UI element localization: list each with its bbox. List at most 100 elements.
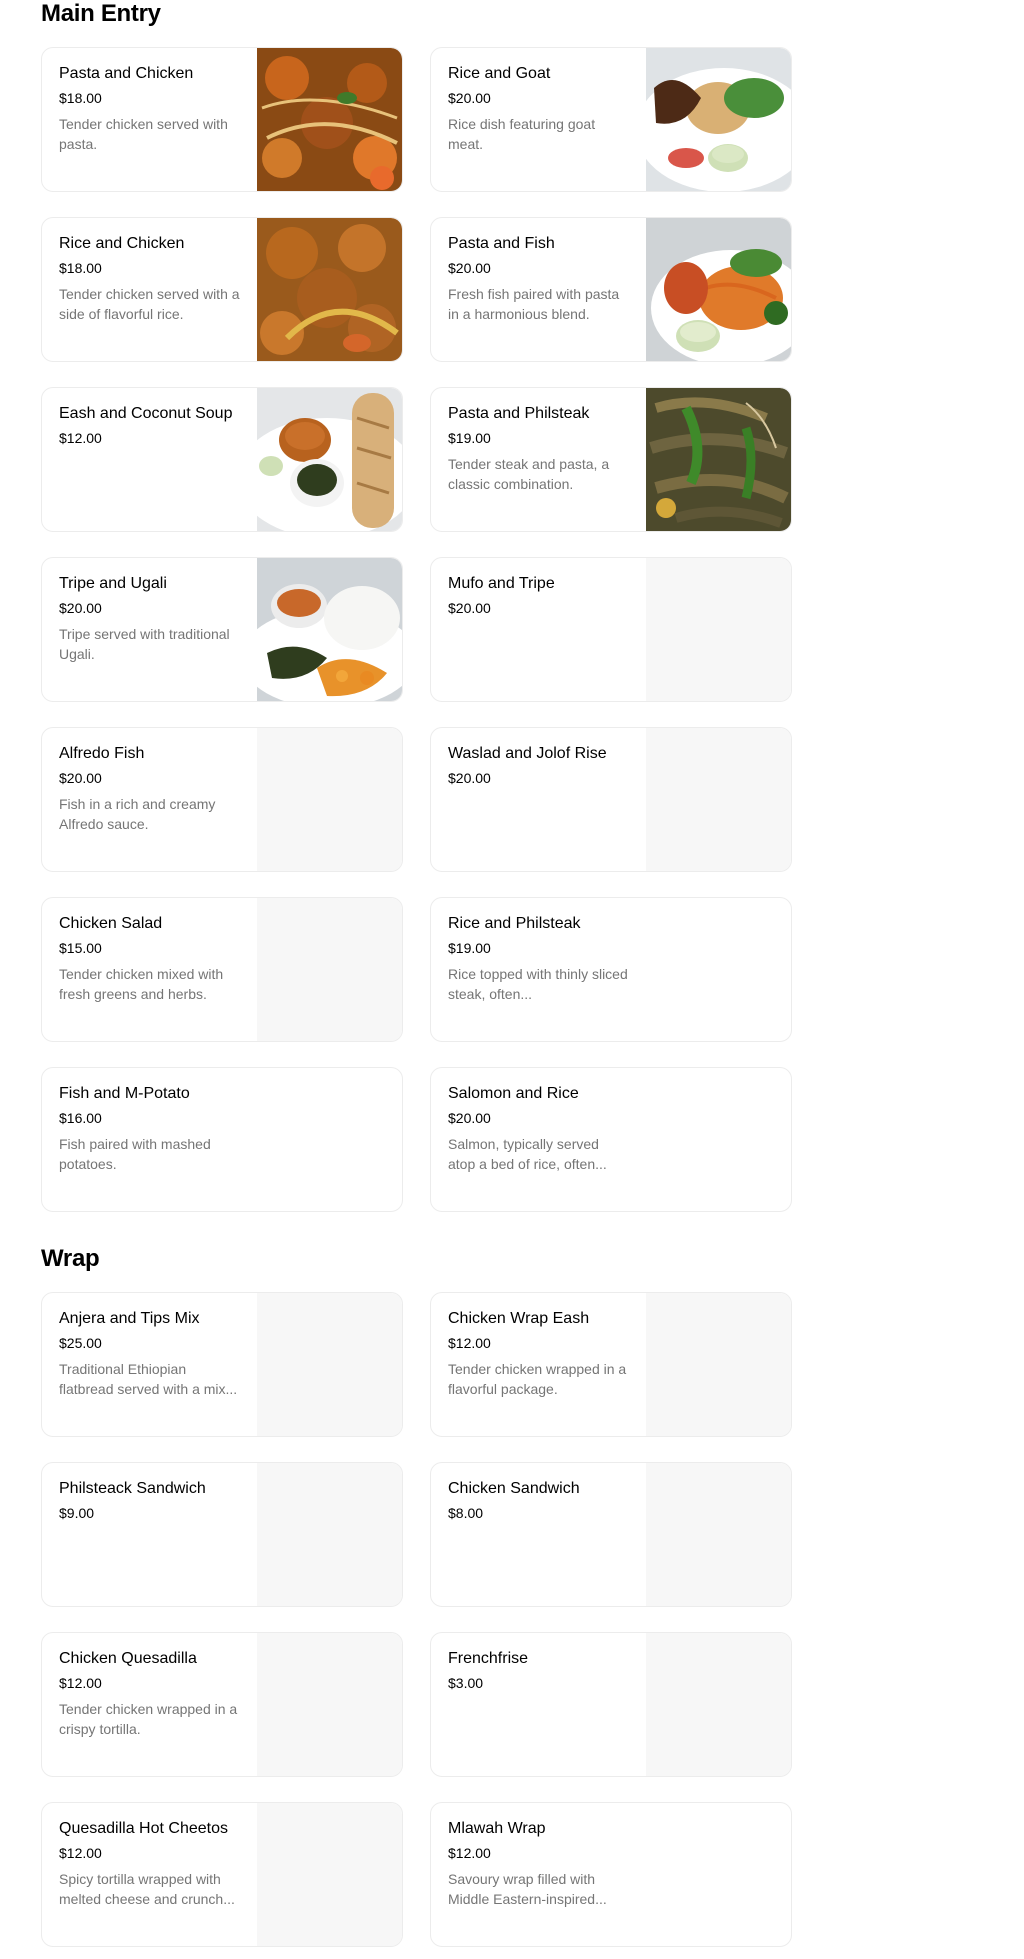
menu-item-price: $3.00 (448, 1675, 484, 1691)
menu-item-photo-placeholder (646, 1463, 791, 1606)
menu-item-description: Tender chicken wrapped in a flavorful pa… (448, 1361, 627, 1397)
menu-item-card-rice-and-goat[interactable]: Rice and Goat $20.00 Rice dish featuring g… (430, 47, 792, 192)
menu-item-price: $12.00 (59, 1675, 102, 1691)
menu-item-description: Tender chicken served with a side of fla… (59, 286, 240, 322)
menu-item-name: Fish and M-Potato (59, 1085, 190, 1102)
menu-item-photo-placeholder (257, 1293, 402, 1436)
menu-item-info: Chicken Wrap Eash $12.00 Tender chicken wr… (448, 1309, 630, 1399)
menu-item-photo (646, 48, 791, 191)
menu-item-price: $12.00 (448, 1845, 491, 1861)
menu-item-card-pasta-and-philsteak[interactable]: Pasta and Philsteak $19.00 Tender steak an… (430, 387, 792, 532)
menu-item-name: Frenchfrise (448, 1650, 529, 1667)
menu-item-price: $20.00 (59, 770, 102, 786)
menu-item-name: Pasta and Fish (448, 235, 555, 252)
menu-item-photo-placeholder (257, 1803, 402, 1946)
menu-item-photo-placeholder (257, 898, 402, 1041)
menu-item-photo (257, 48, 402, 191)
section-title-wrap: Wrap (41, 1245, 100, 1272)
menu-item-info: Salomon and Rice $20.00 Salmon, typically … (448, 1084, 748, 1174)
menu-item-price: $8.00 (448, 1505, 484, 1521)
menu-item-info: Alfredo Fish $20.00 Fish in a rich and cre… (59, 744, 241, 834)
menu-item-info: Eash and Coconut Soup $12.00 (59, 404, 241, 447)
menu-item-info: Anjera and Tips Mix $25.00 Traditional Eth… (59, 1309, 241, 1399)
menu-item-card-mlawah-wrap[interactable]: Mlawah Wrap $12.00 Savoury wrap filled wit… (430, 1802, 792, 1947)
menu-item-info: Mufo and Tripe $20.00 (448, 574, 630, 617)
menu-item-info: Waslad and Jolof Rise $20.00 (448, 744, 630, 787)
menu-item-info: Pasta and Philsteak $19.00 Tender steak an… (448, 404, 630, 494)
menu-item-price: $12.00 (59, 430, 102, 446)
menu-item-name: Tripe and Ugali (59, 575, 167, 592)
menu-item-description: Rice dish featuring goat meat. (448, 116, 596, 152)
section-title-main-entry: Main Entry (41, 0, 161, 27)
menu-item-card-tripe-and-ugali[interactable]: Tripe and Ugali $20.00 Tripe served with t… (41, 557, 403, 702)
menu-item-name: Alfredo Fish (59, 745, 145, 762)
menu-item-name: Philsteack Sandwich (59, 1480, 206, 1497)
menu-item-card-eash-and-coconut-soup[interactable]: Eash and Coconut Soup $12.00 (41, 387, 403, 532)
menu-item-info: Rice and Philsteak $19.00 Rice topped with… (448, 914, 748, 1004)
menu-item-card-chicken-salad[interactable]: Chicken Salad $15.00 Tender chicken mixed … (41, 897, 403, 1042)
menu-item-description: Savoury wrap filled with Middle Eastern-… (448, 1871, 607, 1907)
menu-item-price: $12.00 (448, 1335, 491, 1351)
menu-item-name: Salomon and Rice (448, 1085, 579, 1102)
menu-item-name: Rice and Goat (448, 65, 551, 82)
menu-item-description: Rice topped with thinly sliced steak, of… (448, 966, 628, 1002)
menu-item-description: Fresh fish paired with pasta in a harmon… (448, 286, 620, 322)
menu-item-info: Chicken Sandwich $8.00 (448, 1479, 630, 1522)
menu-item-description: Tender chicken wrapped in a crispy torti… (59, 1701, 238, 1737)
menu-item-price: $20.00 (448, 770, 491, 786)
menu-item-card-pasta-and-fish[interactable]: Pasta and Fish $20.00 Fresh fish paired wi… (430, 217, 792, 362)
menu-item-info: Frenchfrise $3.00 (448, 1649, 630, 1692)
menu-item-photo (257, 218, 402, 361)
menu-item-card-quesadilla-hot-cheetos[interactable]: Quesadilla Hot Cheetos $12.00 Spicy tortil… (41, 1802, 403, 1947)
menu-item-description: Spicy tortilla wrapped with melted chees… (59, 1871, 235, 1907)
menu-item-photo-placeholder (257, 1463, 402, 1606)
menu-item-description: Fish in a rich and creamy Alfredo sauce. (59, 796, 216, 832)
menu-item-card-mufo-and-tripe[interactable]: Mufo and Tripe $20.00 (430, 557, 792, 702)
menu-item-card-waslad-and-jolof-rise[interactable]: Waslad and Jolof Rise $20.00 (430, 727, 792, 872)
menu-item-price: $19.00 (448, 940, 491, 956)
menu-item-info: Chicken Salad $15.00 Tender chicken mixed … (59, 914, 241, 1004)
menu-item-name: Chicken Wrap Eash (448, 1310, 590, 1327)
menu-item-card-chicken-wrap-eash[interactable]: Chicken Wrap Eash $12.00 Tender chicken wr… (430, 1292, 792, 1437)
menu-item-description: Traditional Ethiopian flatbread served w… (59, 1361, 238, 1397)
menu-item-name: Anjera and Tips Mix (59, 1310, 200, 1327)
menu-item-card-fish-and-m-potato[interactable]: Fish and M-Potato $16.00 Fish paired with … (41, 1067, 403, 1212)
menu-item-info: Fish and M-Potato $16.00 Fish paired with … (59, 1084, 359, 1174)
menu-item-card-philsteack-sandwich[interactable]: Philsteack Sandwich $9.00 (41, 1462, 403, 1607)
menu-item-name: Rice and Chicken (59, 235, 185, 252)
menu-item-price: $16.00 (59, 1110, 102, 1126)
menu-item-card-chicken-sandwich[interactable]: Chicken Sandwich $8.00 (430, 1462, 792, 1607)
menu-item-info: Tripe and Ugali $20.00 Tripe served with t… (59, 574, 241, 664)
menu-item-card-rice-and-chicken[interactable]: Rice and Chicken $18.00 Tender chicken ser… (41, 217, 403, 362)
menu-item-card-rice-and-philsteak[interactable]: Rice and Philsteak $19.00 Rice topped with… (430, 897, 792, 1042)
menu-grid-main-entry: Pasta and Chicken $18.00 Tender chicken se… (41, 47, 792, 1212)
menu-item-name: Mlawah Wrap (448, 1820, 546, 1837)
menu-item-price: $15.00 (59, 940, 102, 956)
menu-item-name: Eash and Coconut Soup (59, 405, 233, 422)
menu-item-price: $25.00 (59, 1335, 102, 1351)
menu-item-name: Pasta and Chicken (59, 65, 194, 82)
menu-item-card-anjera-and-tips-mix[interactable]: Anjera and Tips Mix $25.00 Traditional Eth… (41, 1292, 403, 1437)
menu-item-name: Chicken Quesadilla (59, 1650, 197, 1667)
menu-item-description: Fish paired with mashed potatoes. (59, 1136, 211, 1172)
menu-item-name: Quesadilla Hot Cheetos (59, 1820, 228, 1837)
menu-item-price: $20.00 (448, 260, 491, 276)
menu-item-info: Rice and Goat $20.00 Rice dish featuring g… (448, 64, 630, 154)
menu-item-card-alfredo-fish[interactable]: Alfredo Fish $20.00 Fish in a rich and cre… (41, 727, 403, 872)
menu-item-photo-placeholder (257, 728, 402, 871)
menu-item-photo-placeholder (646, 1293, 791, 1436)
menu-item-price: $20.00 (59, 600, 102, 616)
menu-item-description: Salmon, typically served atop a bed of r… (448, 1136, 607, 1172)
menu-item-info: Chicken Quesadilla $12.00 Tender chicken w… (59, 1649, 241, 1739)
menu-item-photo-placeholder (646, 728, 791, 871)
menu-item-price: $19.00 (448, 430, 491, 446)
menu-item-card-chicken-quesadilla[interactable]: Chicken Quesadilla $12.00 Tender chicken w… (41, 1632, 403, 1777)
menu-item-name: Waslad and Jolof Rise (448, 745, 607, 762)
menu-item-price: $20.00 (448, 1110, 491, 1126)
menu-item-card-salomon-and-rice[interactable]: Salomon and Rice $20.00 Salmon, typically … (430, 1067, 792, 1212)
menu-item-card-frenchfrise[interactable]: Frenchfrise $3.00 (430, 1632, 792, 1777)
menu-item-price: $12.00 (59, 1845, 102, 1861)
menu-item-card-pasta-and-chicken[interactable]: Pasta and Chicken $18.00 Tender chicken se… (41, 47, 403, 192)
menu-item-info: Mlawah Wrap $12.00 Savoury wrap filled wit… (448, 1819, 748, 1909)
menu-item-name: Rice and Philsteak (448, 915, 581, 932)
